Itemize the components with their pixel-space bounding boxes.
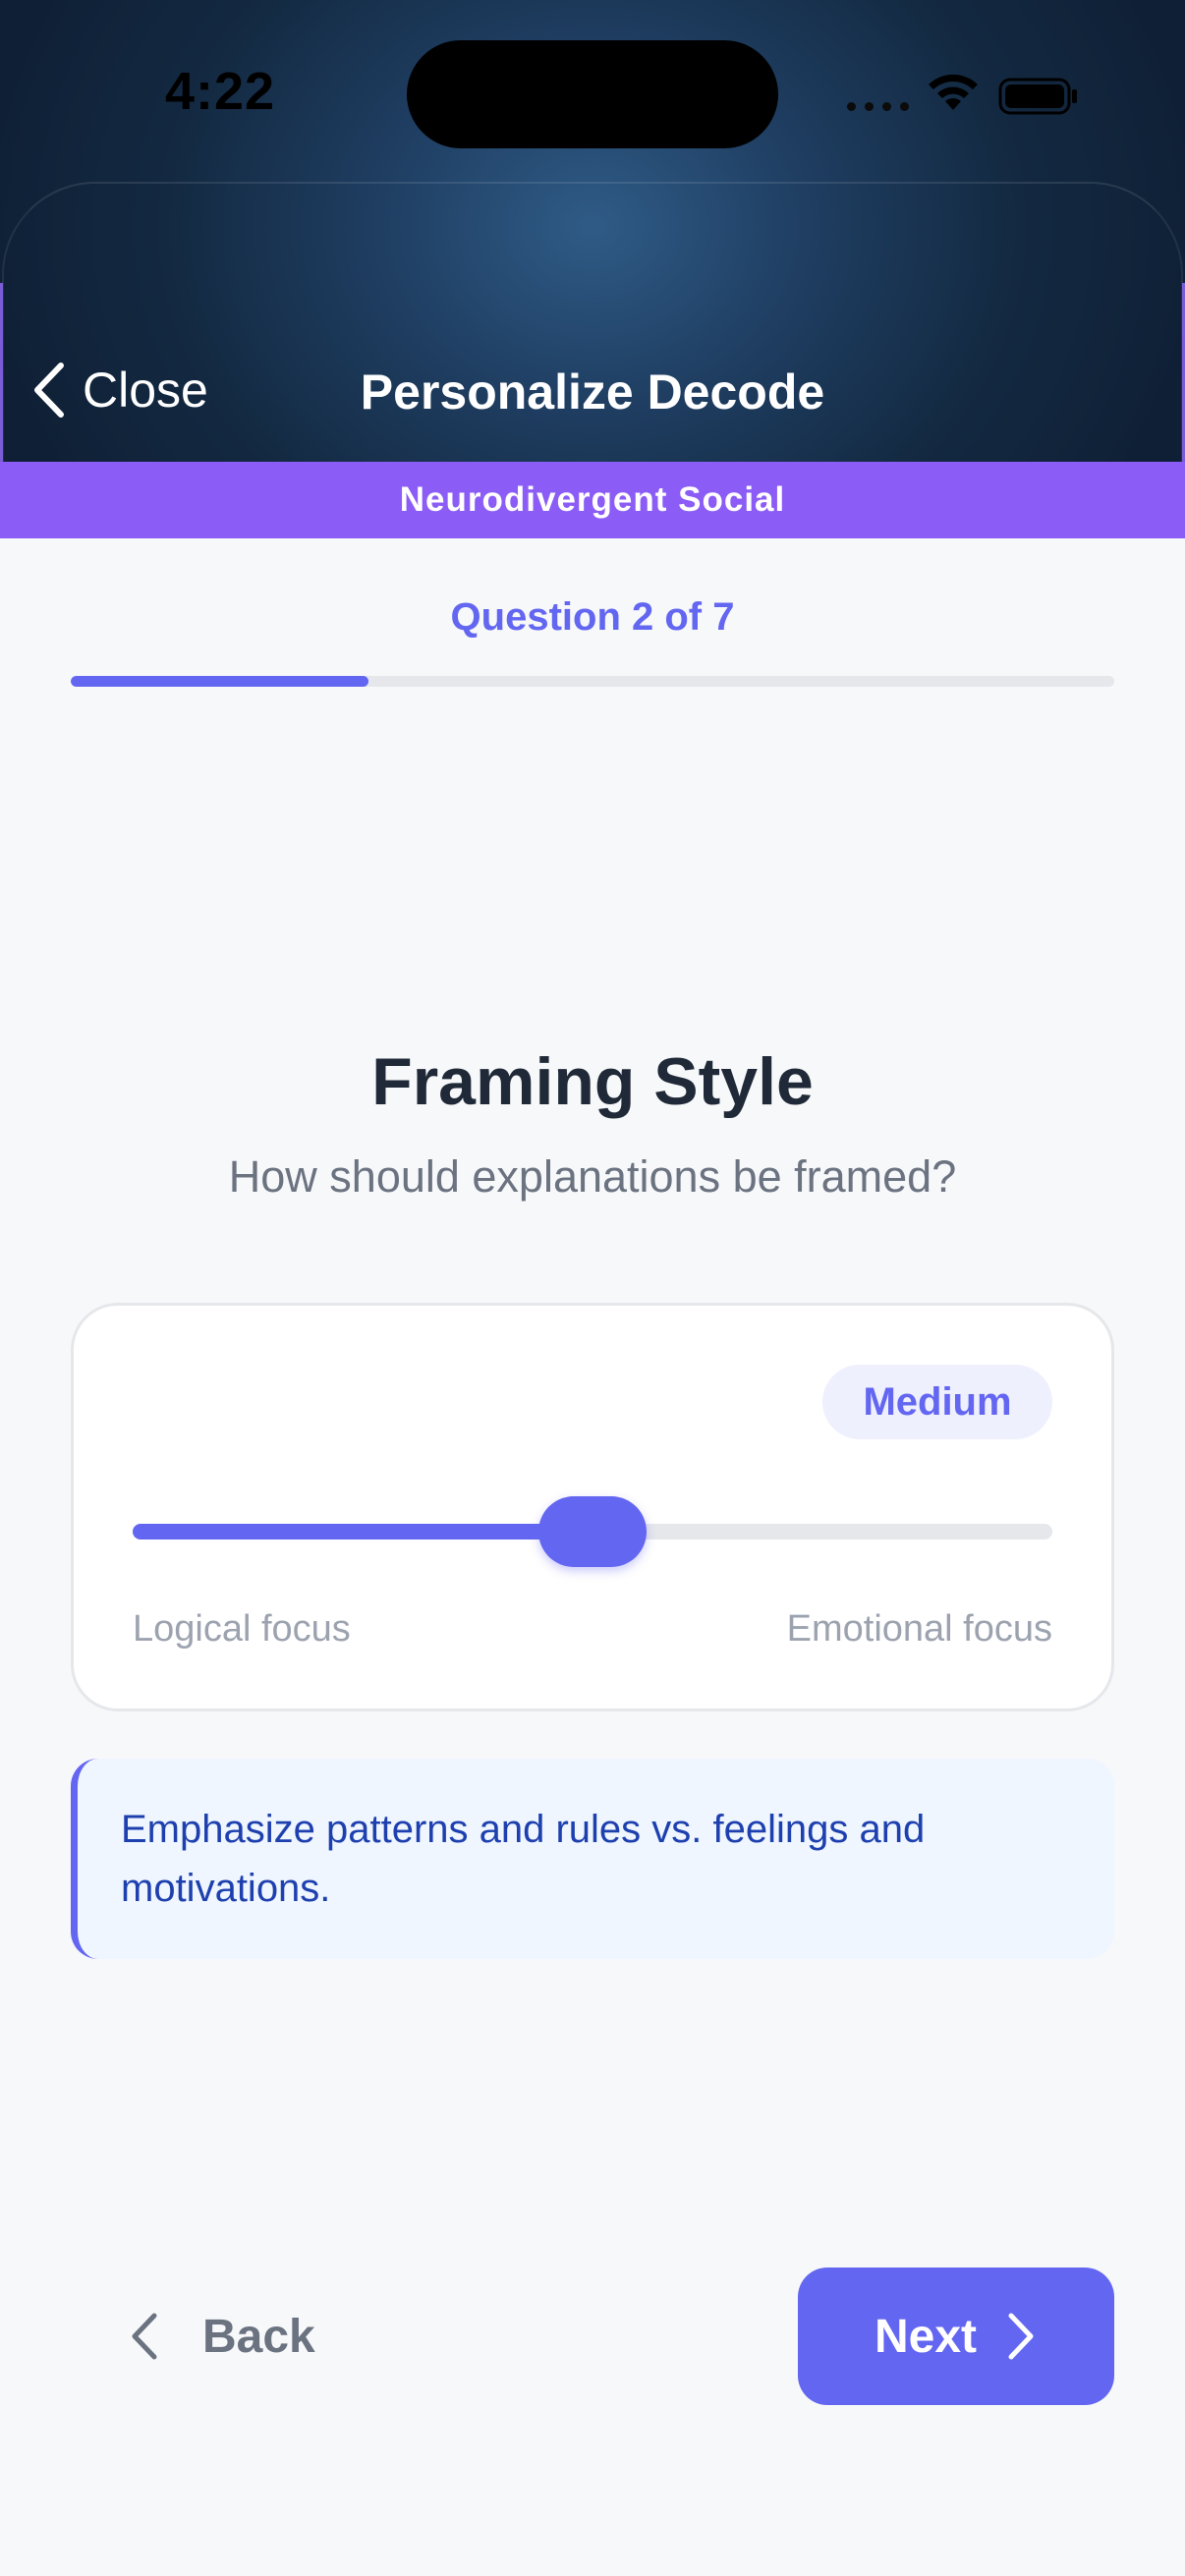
status-time: 4:22 [165,62,276,121]
slider-min-label: Logical focus [133,1608,351,1650]
battery-icon [998,78,1077,115]
chevron-right-icon [1008,2313,1034,2360]
question-counter: Question 2 of 7 [450,595,735,639]
slider-card: Medium Logical focus Emotional focus [71,1303,1114,1711]
dynamic-island [407,40,778,148]
mode-banner: Neurodivergent Social [0,462,1185,538]
framing-slider-fill [133,1524,592,1540]
slider-max-label: Emotional focus [786,1608,1052,1650]
hint-box: Emphasize patterns and rules vs. feeling… [71,1759,1114,1959]
progress-fill [71,676,369,687]
personalize-screen: 4:22 Close Personalize Decode Neurodiver… [0,0,1185,2576]
chevron-left-icon [132,2313,157,2360]
back-label: Back [202,2310,315,2363]
page-title: Personalize Decode [360,364,825,420]
wifi-icon [929,74,978,110]
progress-bar [71,676,1114,687]
next-button[interactable]: Next [798,2268,1114,2405]
framing-slider-track[interactable] [133,1496,1052,1567]
question-subtitle: How should explanations be framed? [228,1151,957,1202]
header: 4:22 Close Personalize Decode [0,0,1185,462]
hint-text: Emphasize patterns and rules vs. feeling… [121,1808,926,1910]
next-label: Next [874,2310,978,2363]
signal-dots-icon [847,102,909,111]
level-badge: Medium [822,1365,1052,1439]
question-title: Framing Style [371,1044,814,1119]
framing-slider-thumb[interactable] [538,1496,647,1567]
back-button[interactable]: Back [128,2297,315,2376]
